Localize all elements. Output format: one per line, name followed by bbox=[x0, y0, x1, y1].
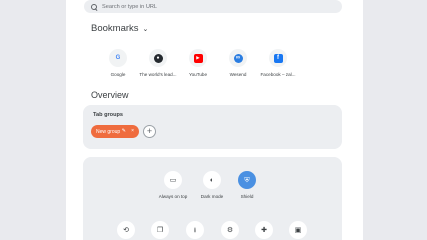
tool-icon-circle: ⛨ bbox=[238, 171, 256, 189]
youtube-icon: ▶ bbox=[193, 53, 203, 63]
bookmarks-header[interactable]: Bookmarks ⌄ bbox=[91, 23, 148, 34]
bookmark-label: Wesend bbox=[229, 72, 247, 77]
bookmark-label: YouTube bbox=[188, 72, 208, 77]
pencil-icon[interactable]: ✎ bbox=[122, 128, 126, 134]
new-group-chip[interactable]: New group ✎ × bbox=[91, 125, 139, 138]
bookmark-label: Google bbox=[110, 72, 126, 77]
bookmark-icon-circle: G bbox=[109, 49, 127, 67]
bookmark-google[interactable]: G Google bbox=[98, 49, 138, 77]
history-icon: ⟲ bbox=[123, 226, 129, 234]
shield-icon: ⛨ bbox=[244, 176, 250, 184]
facebook-icon: f bbox=[273, 53, 283, 63]
tool-icon-circle: ◐ bbox=[203, 171, 221, 189]
search-placeholder: Search or type in URL bbox=[102, 3, 158, 10]
tool-label: Dark mode bbox=[200, 194, 224, 199]
tool-icon-circle: ▭ bbox=[164, 171, 182, 189]
tool-always-on-top[interactable]: ▭ Always on top bbox=[153, 171, 193, 199]
bookmark-wesend[interactable]: ∞ Wesend bbox=[218, 49, 258, 77]
bookmark-label: Facebook – zal... bbox=[260, 72, 296, 77]
downloads-icon: ⭳ bbox=[193, 226, 197, 234]
tools-card: ▭ Always on top ◐ Dark mode ⛨ Shield ⟲ ❐ bbox=[83, 157, 342, 240]
bookmarks-icon: ❐ bbox=[156, 226, 164, 234]
always-on-top-icon: ▭ bbox=[169, 176, 177, 184]
new-group-label: New group bbox=[96, 128, 121, 135]
settings-button[interactable]: ⚙ bbox=[221, 221, 239, 239]
overview-title: Overview bbox=[91, 90, 129, 100]
tool-label: Shield bbox=[240, 194, 254, 199]
bookmark-icon-circle: ∞ bbox=[229, 49, 247, 67]
bookmark-icon-circle: ● bbox=[149, 49, 167, 67]
bookmark-icon-circle: ▶ bbox=[189, 49, 207, 67]
document-button[interactable]: ▣ bbox=[289, 221, 307, 239]
tool-dark-mode[interactable]: ◐ Dark mode bbox=[192, 171, 232, 199]
github-icon: ● bbox=[153, 53, 163, 63]
new-tab-page: Search or type in URL Bookmarks ⌄ G Goog… bbox=[66, 0, 363, 240]
tool-label: Always on top bbox=[158, 194, 188, 199]
tab-groups-title: Tab groups bbox=[93, 112, 124, 118]
downloads-button[interactable]: ⭳ bbox=[186, 221, 204, 239]
wesend-icon: ∞ bbox=[233, 53, 243, 63]
add-tab-group-button[interactable]: + bbox=[143, 125, 156, 138]
search-icon bbox=[91, 3, 97, 10]
bookmark-youtube[interactable]: ▶ YouTube bbox=[178, 49, 218, 77]
chevron-down-icon: ⌄ bbox=[142, 25, 149, 33]
close-icon[interactable]: × bbox=[131, 128, 134, 134]
bookmarks-row: G Google ● The world's lead... ▶ YouTube… bbox=[98, 49, 338, 83]
tool-shield[interactable]: ⛨ Shield bbox=[227, 171, 267, 199]
history-button[interactable]: ⟲ bbox=[117, 221, 135, 239]
google-icon: G bbox=[115, 55, 121, 61]
search-bar[interactable]: Search or type in URL bbox=[84, 0, 342, 13]
extensions-icon: ✚ bbox=[261, 226, 267, 234]
dark-mode-icon: ◐ bbox=[209, 176, 215, 184]
bookmark-label: The world's lead... bbox=[139, 72, 177, 77]
bookmarks-button[interactable]: ❐ bbox=[151, 221, 169, 239]
tab-groups-card: Tab groups New group ✎ × + bbox=[83, 105, 342, 149]
bookmark-icon-circle: f bbox=[269, 49, 287, 67]
settings-icon: ⚙ bbox=[226, 226, 234, 234]
tools-bottom-row: ⟲ ❐ ⭳ ⚙ ✚ ▣ bbox=[83, 221, 342, 240]
bookmarks-title: Bookmarks bbox=[91, 23, 139, 34]
bookmark-github[interactable]: ● The world's lead... bbox=[138, 49, 178, 77]
bookmark-facebook[interactable]: f Facebook – zal... bbox=[258, 49, 298, 77]
document-icon: ▣ bbox=[294, 226, 302, 234]
extensions-button[interactable]: ✚ bbox=[255, 221, 273, 239]
